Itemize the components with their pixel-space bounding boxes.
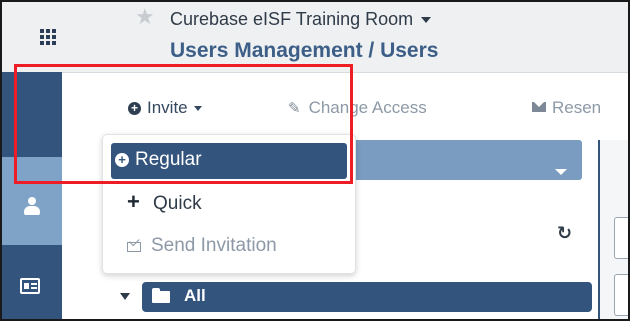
folder-open-icon	[152, 288, 172, 304]
resend-label: Resen	[552, 98, 602, 117]
sidebar-item-contact-card-icon[interactable]	[20, 278, 40, 294]
annotation-highlight-box	[14, 64, 353, 184]
caret-down-icon	[421, 17, 432, 24]
favorite-star-icon[interactable]: ★	[135, 6, 155, 28]
menu-item-send-invitation[interactable]: Send Invitation	[111, 229, 347, 265]
envelope-icon	[532, 102, 546, 112]
tree-root-label: All	[184, 286, 206, 305]
menu-item-label: Send Invitation	[151, 235, 277, 256]
room-selector[interactable]: Curebase eISF Training Room	[170, 9, 432, 30]
user-icon	[22, 197, 42, 217]
apps-grid-icon[interactable]	[40, 29, 56, 45]
panel-caret-down-icon[interactable]	[555, 169, 567, 175]
refresh-icon[interactable]: ↻	[557, 223, 572, 244]
tree-expand-caret-icon[interactable]	[120, 293, 130, 300]
app-frame: ★ Curebase eISF Training Room Users Mana…	[0, 0, 630, 321]
resend-button[interactable]: Resen	[532, 98, 601, 118]
right-panel-field[interactable]	[614, 274, 628, 316]
right-panel-field[interactable]	[614, 217, 628, 259]
top-header: ★ Curebase eISF Training Room Users Mana…	[2, 2, 628, 73]
envelope-outline-icon	[127, 242, 141, 252]
menu-item-quick[interactable]: + Quick	[111, 187, 347, 223]
page-title: Users Management / Users	[170, 39, 439, 62]
plus-icon: +	[127, 189, 140, 214]
room-title: Curebase eISF Training Room	[170, 9, 414, 29]
menu-item-label: Quick	[153, 193, 202, 214]
tree-root-item[interactable]: All	[142, 282, 592, 312]
